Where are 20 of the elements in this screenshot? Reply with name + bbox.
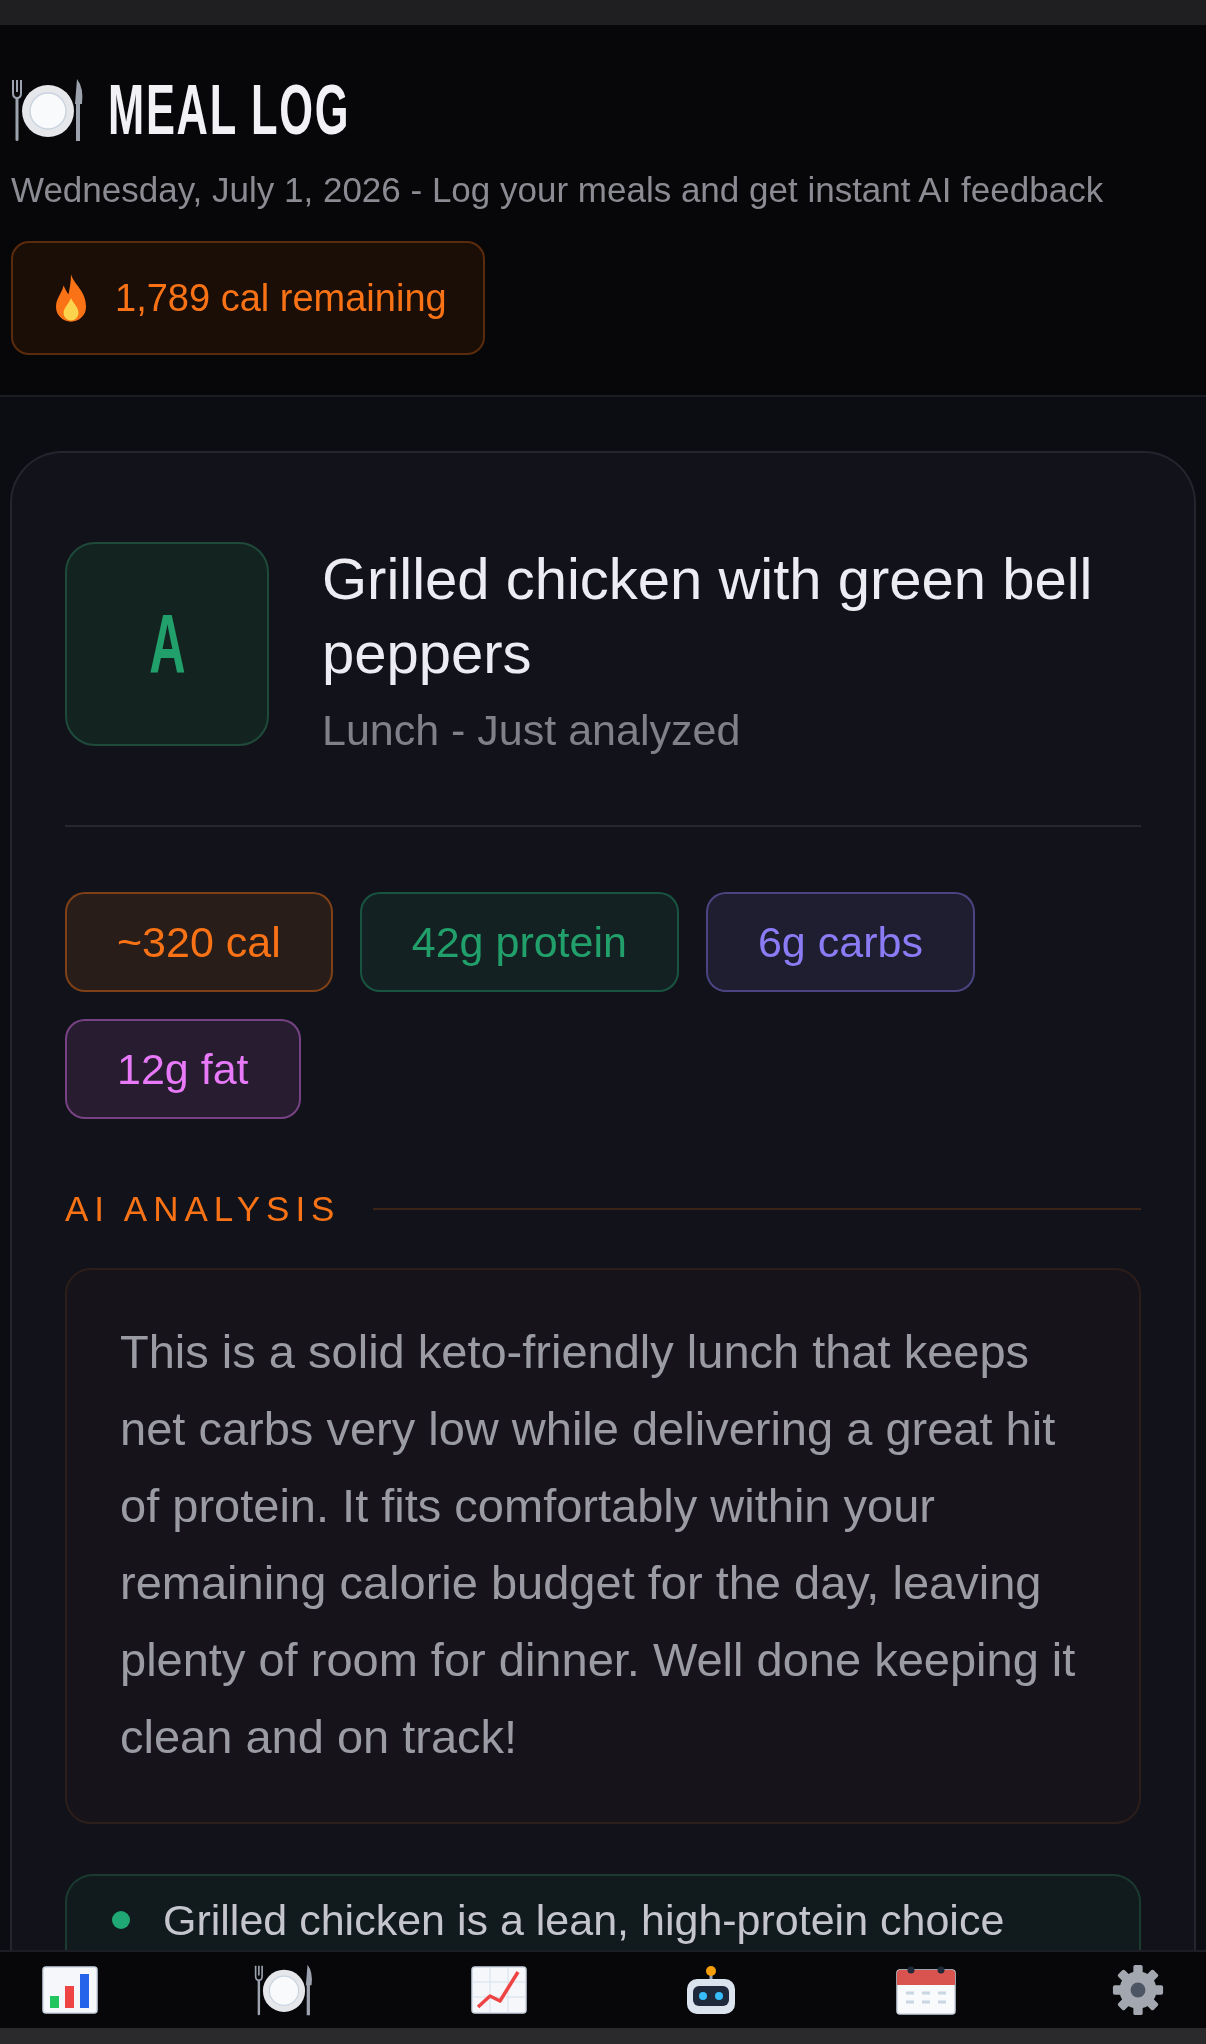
macro-tag: ~320 cal [65,892,333,992]
analysis-panel: This is a solid keto-friendly lunch that keeps net carbs very low while delivering a great hit of protein. It fits comfortably within your remaining calorie budget for the day, leaving plenty of room for dinner. Well done keeping it clean and on track! [65,1268,1141,1824]
macro-tag: 6g carbs [705,892,975,992]
line-chart-icon[interactable] [470,1966,527,2014]
meal-title: Grilled chicken with green bell peppers [322,545,1094,687]
settings-icon[interactable] [1111,1964,1164,2016]
section-heading: AI ANALYSIS [65,1189,341,1229]
insight-text: Grilled chicken is a lean, high-protein choice [163,1895,1005,1946]
page-subtitle: Wednesday, July 1, 2026 - Log your meals and get instant AI feedback [11,170,1105,210]
bar-chart-icon[interactable] [42,1966,98,2014]
macro-tag: 12g fat [65,1019,301,1119]
page-title: MEAL LOG [108,75,351,145]
meal-meta: Lunch - Just analyzed [322,705,742,755]
macro-tag: 42g protein [359,892,679,992]
grade-badge: A [65,542,269,746]
calories-remaining-text: 1,789 cal remaining [115,276,447,320]
bullet-dot-icon [112,1911,130,1929]
plate-cutlery-icon[interactable] [254,1964,315,2016]
calendar-icon[interactable] [895,1965,956,2015]
plate-cutlery-icon [11,78,85,142]
